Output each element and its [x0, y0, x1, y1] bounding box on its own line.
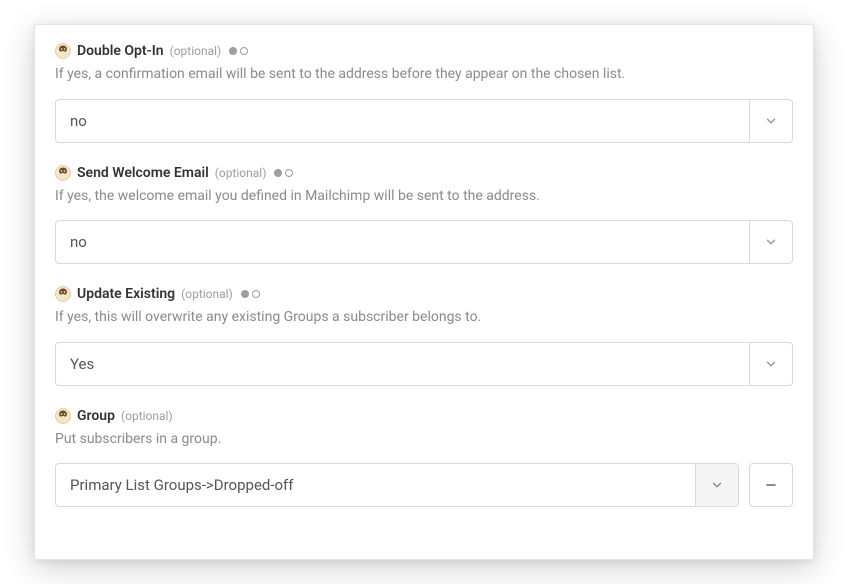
dot-empty-icon — [240, 47, 248, 55]
field-label: Update Existing — [77, 286, 175, 302]
mailchimp-icon — [55, 408, 71, 424]
field-send-welcome: Send Welcome Email (optional) If yes, th… — [55, 165, 793, 265]
select-double-opt-in[interactable]: no — [55, 99, 793, 143]
chevron-down-icon[interactable] — [749, 220, 793, 264]
select-group[interactable]: Primary List Groups->Dropped-off — [55, 463, 739, 507]
dot-empty-icon — [285, 169, 293, 177]
field-double-opt-in: Double Opt-In (optional) If yes, a confi… — [55, 43, 793, 143]
settings-panel: Double Opt-In (optional) If yes, a confi… — [34, 24, 814, 560]
chevron-down-icon[interactable] — [749, 99, 793, 143]
help-text: If yes, this will overwrite any existing… — [55, 308, 793, 328]
field-label: Double Opt-In — [77, 43, 164, 59]
dot-filled-icon — [274, 169, 282, 177]
select-update-existing[interactable]: Yes — [55, 342, 793, 386]
mailchimp-icon — [55, 286, 71, 302]
help-text: If yes, a confirmation email will be sen… — [55, 65, 793, 85]
chevron-down-icon[interactable] — [749, 342, 793, 386]
status-dots — [229, 47, 248, 55]
label-row: Group (optional) — [55, 408, 793, 424]
mailchimp-icon — [55, 43, 71, 59]
dot-filled-icon — [229, 47, 237, 55]
label-row: Send Welcome Email (optional) — [55, 165, 793, 181]
help-text: If yes, the welcome email you defined in… — [55, 187, 793, 207]
chevron-down-icon[interactable] — [695, 463, 739, 507]
remove-group-button[interactable] — [749, 463, 793, 507]
field-group: Group (optional) Put subscribers in a gr… — [55, 408, 793, 508]
select-send-welcome[interactable]: no — [55, 220, 793, 264]
help-text: Put subscribers in a group. — [55, 430, 793, 450]
optional-tag: (optional) — [121, 409, 173, 423]
field-label: Group — [77, 408, 115, 424]
optional-tag: (optional) — [215, 166, 267, 180]
field-update-existing: Update Existing (optional) If yes, this … — [55, 286, 793, 386]
optional-tag: (optional) — [170, 44, 222, 58]
status-dots — [274, 169, 293, 177]
select-value: Primary List Groups->Dropped-off — [55, 463, 695, 507]
label-row: Update Existing (optional) — [55, 286, 793, 302]
select-value: no — [55, 220, 749, 264]
select-value: Yes — [55, 342, 749, 386]
field-label: Send Welcome Email — [77, 165, 209, 181]
mailchimp-icon — [55, 165, 71, 181]
label-row: Double Opt-In (optional) — [55, 43, 793, 59]
optional-tag: (optional) — [181, 287, 233, 301]
select-value: no — [55, 99, 749, 143]
dot-filled-icon — [241, 290, 249, 298]
group-row: Primary List Groups->Dropped-off — [55, 463, 793, 507]
status-dots — [241, 290, 260, 298]
dot-empty-icon — [252, 290, 260, 298]
